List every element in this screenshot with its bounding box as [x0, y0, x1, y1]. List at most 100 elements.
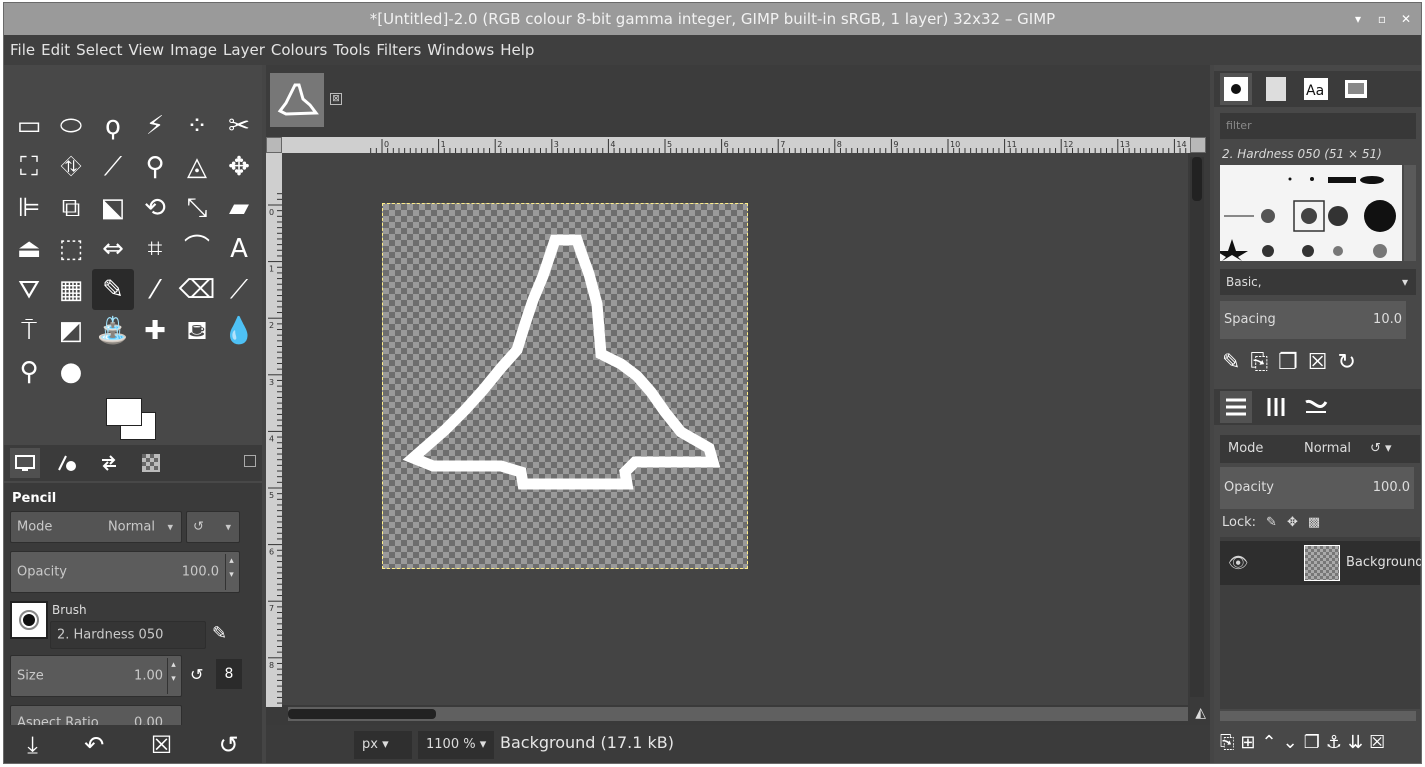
- delete-layer-icon[interactable]: ☒: [1369, 732, 1385, 753]
- link-size-icon[interactable]: 8: [216, 659, 242, 689]
- channels-tab[interactable]: [1260, 391, 1292, 423]
- tool-align[interactable]: ⊫: [8, 187, 50, 228]
- menu-file[interactable]: File: [10, 41, 35, 59]
- tool-cage[interactable]: ⌗: [134, 228, 176, 269]
- tool-mypaint[interactable]: ◩: [50, 310, 92, 351]
- horizontal-scrollbar[interactable]: [288, 707, 1188, 721]
- tool-unified-transform[interactable]: ⬕: [92, 187, 134, 228]
- paint-mode-select[interactable]: Mode Normal ▾: [10, 511, 182, 543]
- tool-ink[interactable]: ⍑: [8, 310, 50, 351]
- tool-options-tab[interactable]: [10, 448, 40, 478]
- zoom-select[interactable]: 1100 % ▾: [418, 731, 494, 759]
- brush-name-field[interactable]: 2. Hardness 050: [50, 621, 206, 649]
- fonts-tab[interactable]: Aa: [1300, 73, 1332, 105]
- edit-brush-icon[interactable]: ✎: [212, 623, 227, 644]
- tool-color-picker[interactable]: ⟋: [92, 146, 134, 187]
- images-tab[interactable]: [136, 448, 166, 478]
- tool-perspective-clone[interactable]: ⛾: [176, 310, 218, 351]
- undo-history-tab[interactable]: [94, 448, 124, 478]
- tool-flip[interactable]: ⇔: [92, 228, 134, 269]
- device-status-tab[interactable]: [52, 448, 82, 478]
- tool-pencil[interactable]: ✎: [92, 269, 134, 310]
- size-stepper[interactable]: ▴ ▾: [167, 658, 179, 694]
- layers-tab[interactable]: [1220, 391, 1252, 423]
- tool-heal[interactable]: ✚: [134, 310, 176, 351]
- horizontal-ruler[interactable]: 0 1 2 3 4 5 6 7 8 9 10 11 12 13 14: [282, 137, 1190, 153]
- tool-clone[interactable]: ⛲: [92, 310, 134, 351]
- menu-tools[interactable]: Tools: [333, 41, 370, 59]
- save-options-icon[interactable]: ⤓: [27, 731, 38, 759]
- image-tab-thumbnail[interactable]: [270, 73, 324, 127]
- edit-brush-icon[interactable]: ✎: [1222, 350, 1240, 375]
- menu-help[interactable]: Help: [500, 41, 534, 59]
- brush-grid[interactable]: [1220, 165, 1402, 261]
- paths-tab[interactable]: [1300, 391, 1332, 423]
- tool-crop[interactable]: ⧉: [50, 187, 92, 228]
- tool-gradient[interactable]: ▦: [50, 269, 92, 310]
- fg-bg-colors[interactable]: [102, 398, 162, 446]
- tool-by-color-select[interactable]: ⁘: [176, 105, 218, 146]
- document-history-tab[interactable]: [1340, 73, 1372, 105]
- tool-scale[interactable]: ⤡: [176, 187, 218, 228]
- brush-tag-select[interactable]: Basic, ▾: [1220, 269, 1416, 295]
- tool-handle-transform[interactable]: ⌒: [176, 228, 218, 269]
- tool-paintbrush[interactable]: ⁄: [134, 269, 176, 310]
- tool-text[interactable]: A: [218, 228, 260, 269]
- tool-blur[interactable]: ⚲: [8, 351, 50, 392]
- layer-list-scrollbar[interactable]: [1220, 711, 1416, 721]
- tool-bucket-fill[interactable]: ⛛: [8, 269, 50, 310]
- merge-layer-icon[interactable]: ⇊: [1348, 732, 1363, 753]
- tool-foreground-select[interactable]: ⛶: [8, 146, 50, 187]
- tool-move[interactable]: ✥: [218, 146, 260, 187]
- layer-mode-select[interactable]: Mode Normal ↺ ▾: [1220, 435, 1420, 463]
- vertical-scrollbar[interactable]: [1190, 157, 1204, 697]
- tool-ellipse-select[interactable]: ⬭: [50, 105, 92, 146]
- opacity-slider[interactable]: Opacity 100.0 ▴ ▾: [10, 551, 240, 593]
- tool-warp[interactable]: ⏏: [8, 228, 50, 269]
- lower-layer-icon[interactable]: ⌄: [1283, 732, 1298, 753]
- zoom-image-button[interactable]: [1190, 137, 1206, 153]
- lock-pixels-icon[interactable]: ✎: [1266, 515, 1277, 530]
- tool-rect-select[interactable]: ▭: [8, 105, 50, 146]
- tool-scissors[interactable]: ✂: [218, 105, 260, 146]
- menu-layer[interactable]: Layer: [223, 41, 265, 59]
- reset-mode-select[interactable]: ↺ ▾: [186, 511, 240, 543]
- lock-alpha-icon[interactable]: ▩: [1308, 515, 1320, 530]
- spacing-slider[interactable]: Spacing 10.0: [1220, 301, 1406, 339]
- delete-options-icon[interactable]: ☒: [151, 731, 173, 759]
- restore-options-icon[interactable]: ↶: [84, 731, 104, 759]
- refresh-brushes-icon[interactable]: ↻: [1338, 350, 1356, 375]
- tool-paths[interactable]: ⛗: [50, 146, 92, 187]
- tool-measure[interactable]: ◬: [176, 146, 218, 187]
- reset-mode-icon[interactable]: ↺ ▾: [1370, 441, 1392, 456]
- duplicate-layer-icon[interactable]: ❐: [1304, 732, 1320, 753]
- image-layer[interactable]: [382, 203, 748, 569]
- new-brush-icon[interactable]: ⎘: [1250, 350, 1268, 375]
- size-slider[interactable]: Size 1.00 ▴ ▾: [10, 655, 182, 697]
- horizontal-scroll-thumb[interactable]: [288, 709, 436, 719]
- tool-rotate[interactable]: ⟲: [134, 187, 176, 228]
- reset-options-icon[interactable]: ↺: [219, 731, 239, 759]
- tool-zoom[interactable]: ⚲: [134, 146, 176, 187]
- tool-eraser[interactable]: ⌫: [176, 269, 218, 310]
- close-image-tab-icon[interactable]: ⊠: [330, 93, 342, 105]
- tool-free-select[interactable]: ϙ: [92, 105, 134, 146]
- unit-select[interactable]: px ▾: [354, 731, 412, 759]
- navigate-icon[interactable]: ◭: [1195, 705, 1206, 721]
- tool-3d-transform[interactable]: ⬚: [50, 228, 92, 269]
- tool-airbrush[interactable]: ⟋: [218, 269, 260, 310]
- brush-grid-scrollbar[interactable]: [1404, 165, 1416, 261]
- duplicate-brush-icon[interactable]: ❐: [1278, 350, 1298, 375]
- patterns-tab[interactable]: [1260, 73, 1292, 105]
- brushes-tab[interactable]: [1220, 73, 1252, 105]
- configure-tab-icon[interactable]: [244, 455, 256, 467]
- brush-filter-input[interactable]: filter: [1220, 113, 1416, 139]
- opacity-stepper[interactable]: ▴ ▾: [225, 554, 237, 590]
- close-button[interactable]: ✕: [1399, 12, 1413, 26]
- new-group-icon[interactable]: ⊞: [1240, 732, 1255, 753]
- layer-row[interactable]: 👁 Background: [1220, 541, 1421, 585]
- tool-fuzzy-select[interactable]: ⚡: [134, 105, 176, 146]
- menu-image[interactable]: Image: [170, 41, 217, 59]
- menu-windows[interactable]: Windows: [427, 41, 494, 59]
- brush-preview[interactable]: [10, 601, 48, 639]
